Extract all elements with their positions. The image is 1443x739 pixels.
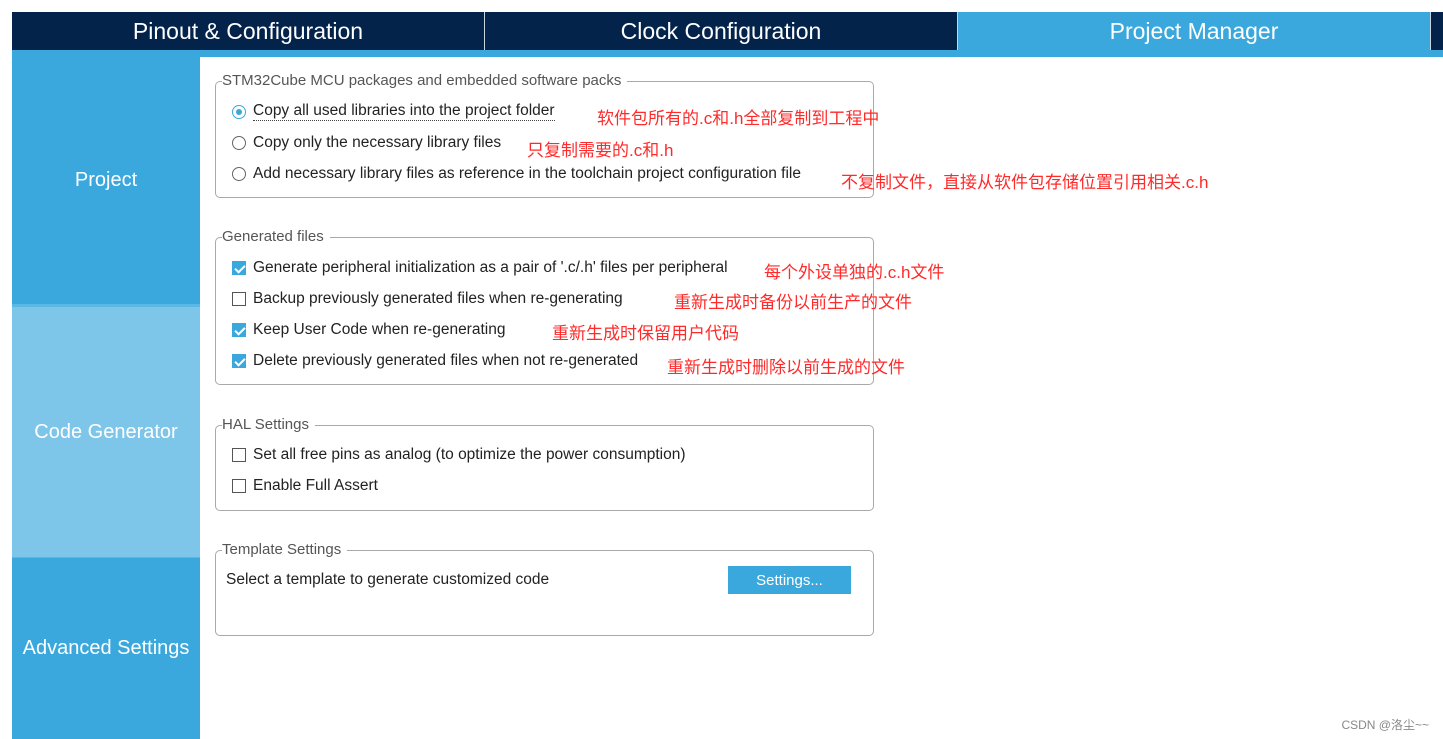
group-title: Template Settings [222,542,348,558]
group-title: STM32Cube MCU packages and embedded soft… [222,73,628,89]
template-settings-group: Template Settings Select a template to g… [215,542,874,636]
annotation: 重新生成时删除以前生成的文件 [667,358,905,377]
top-tabs: Pinout & Configuration Clock Configurati… [12,12,1443,50]
checkbox-keep-user-code[interactable]: Keep User Code when re-generating [232,321,505,339]
option-label: Keep User Code when re-generating [253,321,506,338]
sidebar-item-label: Advanced Settings [22,637,190,659]
option-label: Backup previously generated files when r… [253,290,623,307]
radio-icon[interactable] [232,136,246,150]
option-label: Add necessary library files as reference… [253,165,801,182]
checkbox-icon[interactable] [232,448,246,462]
sidebar-item-label: Code Generator [34,420,178,443]
sidebar-item-advanced-settings[interactable]: Advanced Settings [12,557,200,739]
radio-copy-necessary[interactable]: Copy only the necessary library files [232,134,501,152]
group-title: Generated files [222,229,330,245]
watermark: CSDN @洛尘~~ [1341,718,1429,732]
checkbox-checked-icon[interactable] [232,323,246,337]
sidebar-item-code-generator[interactable]: Code Generator [12,304,200,557]
option-label: Copy only the necessary library files [253,134,502,151]
checkbox-backup[interactable]: Backup previously generated files when r… [232,290,623,308]
sidebar-item-project[interactable]: Project [12,57,200,304]
checkbox-full-assert[interactable]: Enable Full Assert [232,477,378,495]
checkbox-pair-files[interactable]: Generate peripheral initialization as a … [232,259,728,277]
annotation: 只复制需要的.c和.h [527,141,674,160]
tab-pinout[interactable]: Pinout & Configuration [12,12,485,50]
option-label: Set all free pins as analog (to optimize… [253,446,686,463]
radio-selected-icon[interactable] [232,104,246,119]
option-label: Enable Full Assert [253,477,378,494]
checkbox-free-pins-analog[interactable]: Set all free pins as analog (to optimize… [232,446,686,464]
checkbox-checked-icon[interactable] [232,354,246,368]
option-label: Delete previously generated files when n… [253,352,639,369]
checkbox-icon[interactable] [232,292,246,306]
annotation: 软件包所有的.c和.h全部复制到工程中 [597,109,880,128]
hal-settings-group: HAL Settings Set all free pins as analog… [215,417,874,511]
template-description: Select a template to generate customized… [226,571,549,589]
annotation: 不复制文件，直接从软件包存储位置引用相关.c.h [841,173,1209,192]
settings-button[interactable]: Settings... [728,566,851,594]
checkbox-checked-icon[interactable] [232,261,246,275]
radio-add-reference[interactable]: Add necessary library files as reference… [232,165,801,183]
radio-icon[interactable] [232,167,246,181]
radio-copy-all[interactable]: Copy all used libraries into the project… [232,102,555,121]
option-label: Generate peripheral initialization as a … [253,259,728,276]
annotation: 重新生成时保留用户代码 [552,324,739,343]
checkbox-delete-previous[interactable]: Delete previously generated files when n… [232,352,638,370]
sidebar-item-label: Project [74,169,138,191]
tab-strip [12,50,1443,57]
annotation: 每个外设单独的.c.h文件 [764,263,945,282]
option-label: Copy all used libraries into the project… [253,102,555,121]
tab-project-manager[interactable]: Project Manager [958,12,1431,50]
annotation: 重新生成时备份以前生产的文件 [674,293,912,312]
tab-clock[interactable]: Clock Configuration [485,12,958,50]
checkbox-icon[interactable] [232,479,246,493]
template-text: Select a template to generate customized… [226,571,550,588]
group-title: HAL Settings [222,417,315,433]
